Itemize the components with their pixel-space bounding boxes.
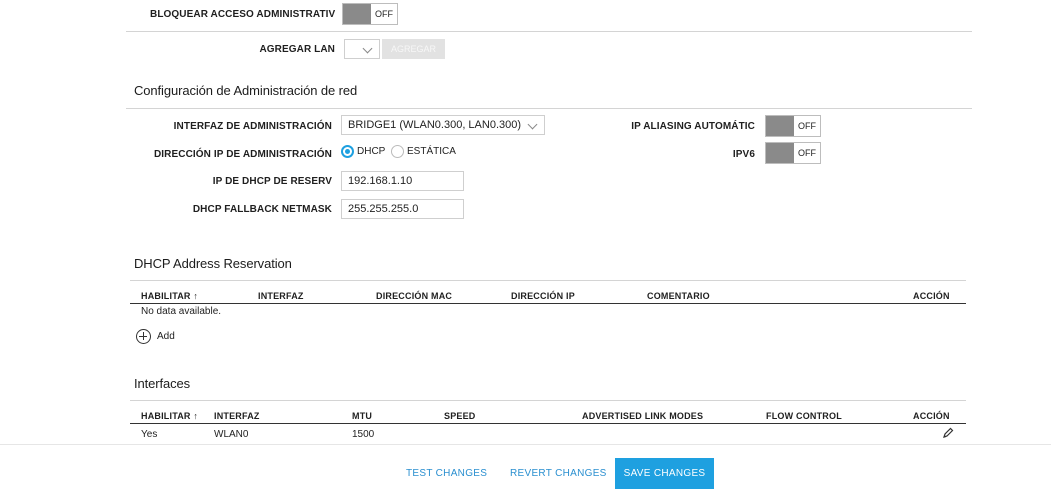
add-lan-label: AGREGAR LAN <box>259 44 335 55</box>
col-accion: ACCIÓN <box>913 291 950 301</box>
divider <box>126 108 972 109</box>
edit-icon[interactable] <box>942 427 954 439</box>
toggle-state: OFF <box>798 121 816 131</box>
add-lan-select[interactable] <box>344 39 380 59</box>
add-reservation-button[interactable]: Add <box>136 329 175 344</box>
col-habilitar[interactable]: HABILITAR ↑ <box>141 411 198 421</box>
test-changes-button[interactable]: TEST CHANGES <box>406 468 487 479</box>
mgmt-section-title: Configuración de Administración de red <box>134 83 358 98</box>
interfaces-section-title: Interfaces <box>134 376 191 391</box>
add-lan-button[interactable]: AGREGAR <box>382 39 445 59</box>
radio-static[interactable]: ESTÁTICA <box>391 145 456 158</box>
dhcp-reserve-label: IP DE DHCP DE RESERV <box>212 176 332 187</box>
fallback-mask-label: DHCP FALLBACK NETMASK <box>192 204 332 215</box>
footer-bar: TEST CHANGES REVERT CHANGES SAVE CHANGES <box>0 444 1051 491</box>
save-changes-button[interactable]: SAVE CHANGES <box>615 458 714 489</box>
ip-mode-label: DIRECCIÓN IP DE ADMINISTRACIÓN <box>153 149 332 160</box>
ip-aliasing-toggle[interactable]: OFF <box>765 115 821 137</box>
col-ip[interactable]: DIRECCIÓN IP <box>511 291 575 301</box>
divider <box>130 280 966 281</box>
add-circle-icon <box>136 329 151 344</box>
col-link-modes[interactable]: ADVERTISED LINK MODES <box>582 411 703 421</box>
toggle-state: OFF <box>375 9 393 19</box>
block-admin-toggle[interactable]: OFF <box>342 3 398 25</box>
col-accion: ACCIÓN <box>913 411 950 421</box>
add-label: Add <box>157 331 175 342</box>
divider <box>126 31 972 32</box>
col-speed[interactable]: SPEED <box>444 411 476 421</box>
block-admin-label: BLOQUEAR ACCESO ADMINISTRATIV <box>150 9 336 20</box>
radio-static-label: ESTÁTICA <box>407 146 456 157</box>
toggle-knob <box>343 4 371 24</box>
col-interfaz[interactable]: INTERFAZ <box>214 411 260 421</box>
toggle-knob <box>766 116 794 136</box>
reservation-section-title: DHCP Address Reservation <box>134 256 292 271</box>
toggle-knob <box>766 143 794 163</box>
cell-mtu: 1500 <box>352 429 375 440</box>
divider <box>130 400 966 401</box>
fallback-mask-input[interactable]: 255.255.255.0 <box>341 199 464 219</box>
col-mtu[interactable]: MTU <box>352 411 372 421</box>
cell-interface: WLAN0 <box>214 429 249 440</box>
col-habilitar[interactable]: HABILITAR ↑ <box>141 291 198 301</box>
empty-message: No data available. <box>141 306 222 317</box>
chevron-down-icon <box>362 43 373 54</box>
dhcp-reserve-input[interactable]: 192.168.1.10 <box>341 171 464 191</box>
cell-enabled: Yes <box>141 429 158 440</box>
toggle-state: OFF <box>798 148 816 158</box>
col-interfaz[interactable]: INTERFAZ <box>258 291 304 301</box>
mgmt-interface-select[interactable]: BRIDGE1 (WLAN0.300, LAN0.300) <box>341 115 545 135</box>
radio-unselected-icon <box>391 145 404 158</box>
radio-dhcp-label: DHCP <box>357 146 386 157</box>
radio-dhcp[interactable]: DHCP <box>341 145 385 158</box>
table-header-divider <box>130 303 966 304</box>
ipv6-label: IPV6 <box>732 149 755 160</box>
ipv6-toggle[interactable]: OFF <box>765 142 821 164</box>
mgmt-interface-value: BRIDGE1 (WLAN0.300, LAN0.300) <box>348 119 522 131</box>
revert-changes-button[interactable]: REVERT CHANGES <box>510 468 607 479</box>
table-header-divider <box>130 423 966 424</box>
chevron-down-icon <box>527 119 538 130</box>
col-mac[interactable]: DIRECCIÓN MAC <box>376 291 452 301</box>
ip-aliasing-label: IP ALIASING AUTOMÁTIC <box>631 121 755 132</box>
col-comentario[interactable]: COMENTARIO <box>647 291 710 301</box>
mgmt-interface-label: INTERFAZ DE ADMINISTRACIÓN <box>173 121 332 132</box>
col-flow-control[interactable]: FLOW CONTROL <box>766 411 842 421</box>
radio-selected-icon <box>341 145 354 158</box>
